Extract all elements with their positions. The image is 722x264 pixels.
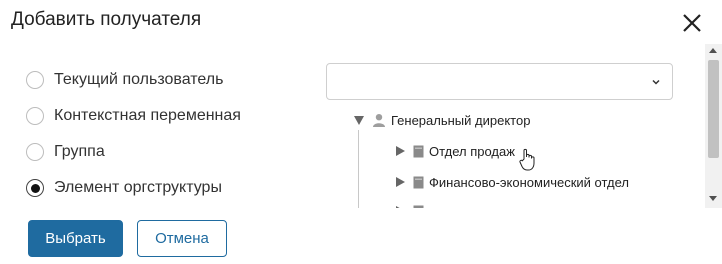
collapse-arrow-icon[interactable] [396, 177, 405, 187]
radio-button-checked[interactable] [26, 179, 44, 197]
department-icon [413, 176, 424, 188]
expand-arrow-icon[interactable] [354, 115, 364, 125]
org-element-select[interactable] [326, 63, 673, 100]
tree-scrollbar[interactable] [705, 44, 722, 208]
scroll-thumb[interactable] [708, 60, 719, 158]
tree-node-label: Финансово-экономический отдел [429, 174, 629, 190]
radio-button[interactable] [26, 71, 44, 89]
tree-node-label: Генеральный директор [391, 112, 531, 128]
department-icon [413, 205, 424, 208]
radio-button[interactable] [26, 143, 44, 161]
chevron-down-icon [652, 79, 660, 85]
close-icon [683, 14, 701, 32]
department-icon [413, 145, 424, 157]
scroll-up-arrow-icon[interactable] [709, 48, 717, 53]
collapse-arrow-icon[interactable] [396, 146, 405, 156]
radio-group[interactable]: Группа [26, 134, 241, 170]
radio-current-user[interactable]: Текущий пользователь [26, 62, 241, 98]
collapse-arrow-icon[interactable] [396, 206, 405, 208]
hand-cursor-icon [519, 148, 535, 171]
dialog-title: Добавить получателя [11, 9, 202, 30]
radio-label: Контекстная переменная [54, 107, 241, 124]
close-button[interactable] [680, 11, 704, 35]
radio-label: Элемент оргструктуры [54, 179, 222, 196]
scroll-down-arrow-icon[interactable] [709, 196, 717, 201]
radio-button[interactable] [26, 107, 44, 125]
tree-node-partial[interactable] [396, 200, 429, 208]
person-icon [373, 114, 385, 127]
tree-node-label: Отдел продаж [429, 143, 515, 159]
tree-connector-line [358, 130, 359, 208]
cancel-button[interactable]: Отмена [137, 220, 227, 257]
org-structure-tree: Генеральный директор Отдел продаж Финанс… [326, 100, 706, 208]
select-button[interactable]: Выбрать [28, 220, 123, 257]
tree-node-root[interactable]: Генеральный директор [354, 109, 530, 131]
tree-node-sales[interactable]: Отдел продаж [396, 140, 515, 162]
radio-context-variable[interactable]: Контекстная переменная [26, 98, 241, 134]
tree-node-finance[interactable]: Финансово-экономический отдел [396, 171, 629, 193]
radio-label: Текущий пользователь [54, 71, 224, 88]
recipient-type-radio-group: Текущий пользователь Контекстная перемен… [26, 62, 241, 206]
radio-org-structure-element[interactable]: Элемент оргструктуры [26, 170, 241, 206]
radio-label: Группа [54, 143, 105, 160]
